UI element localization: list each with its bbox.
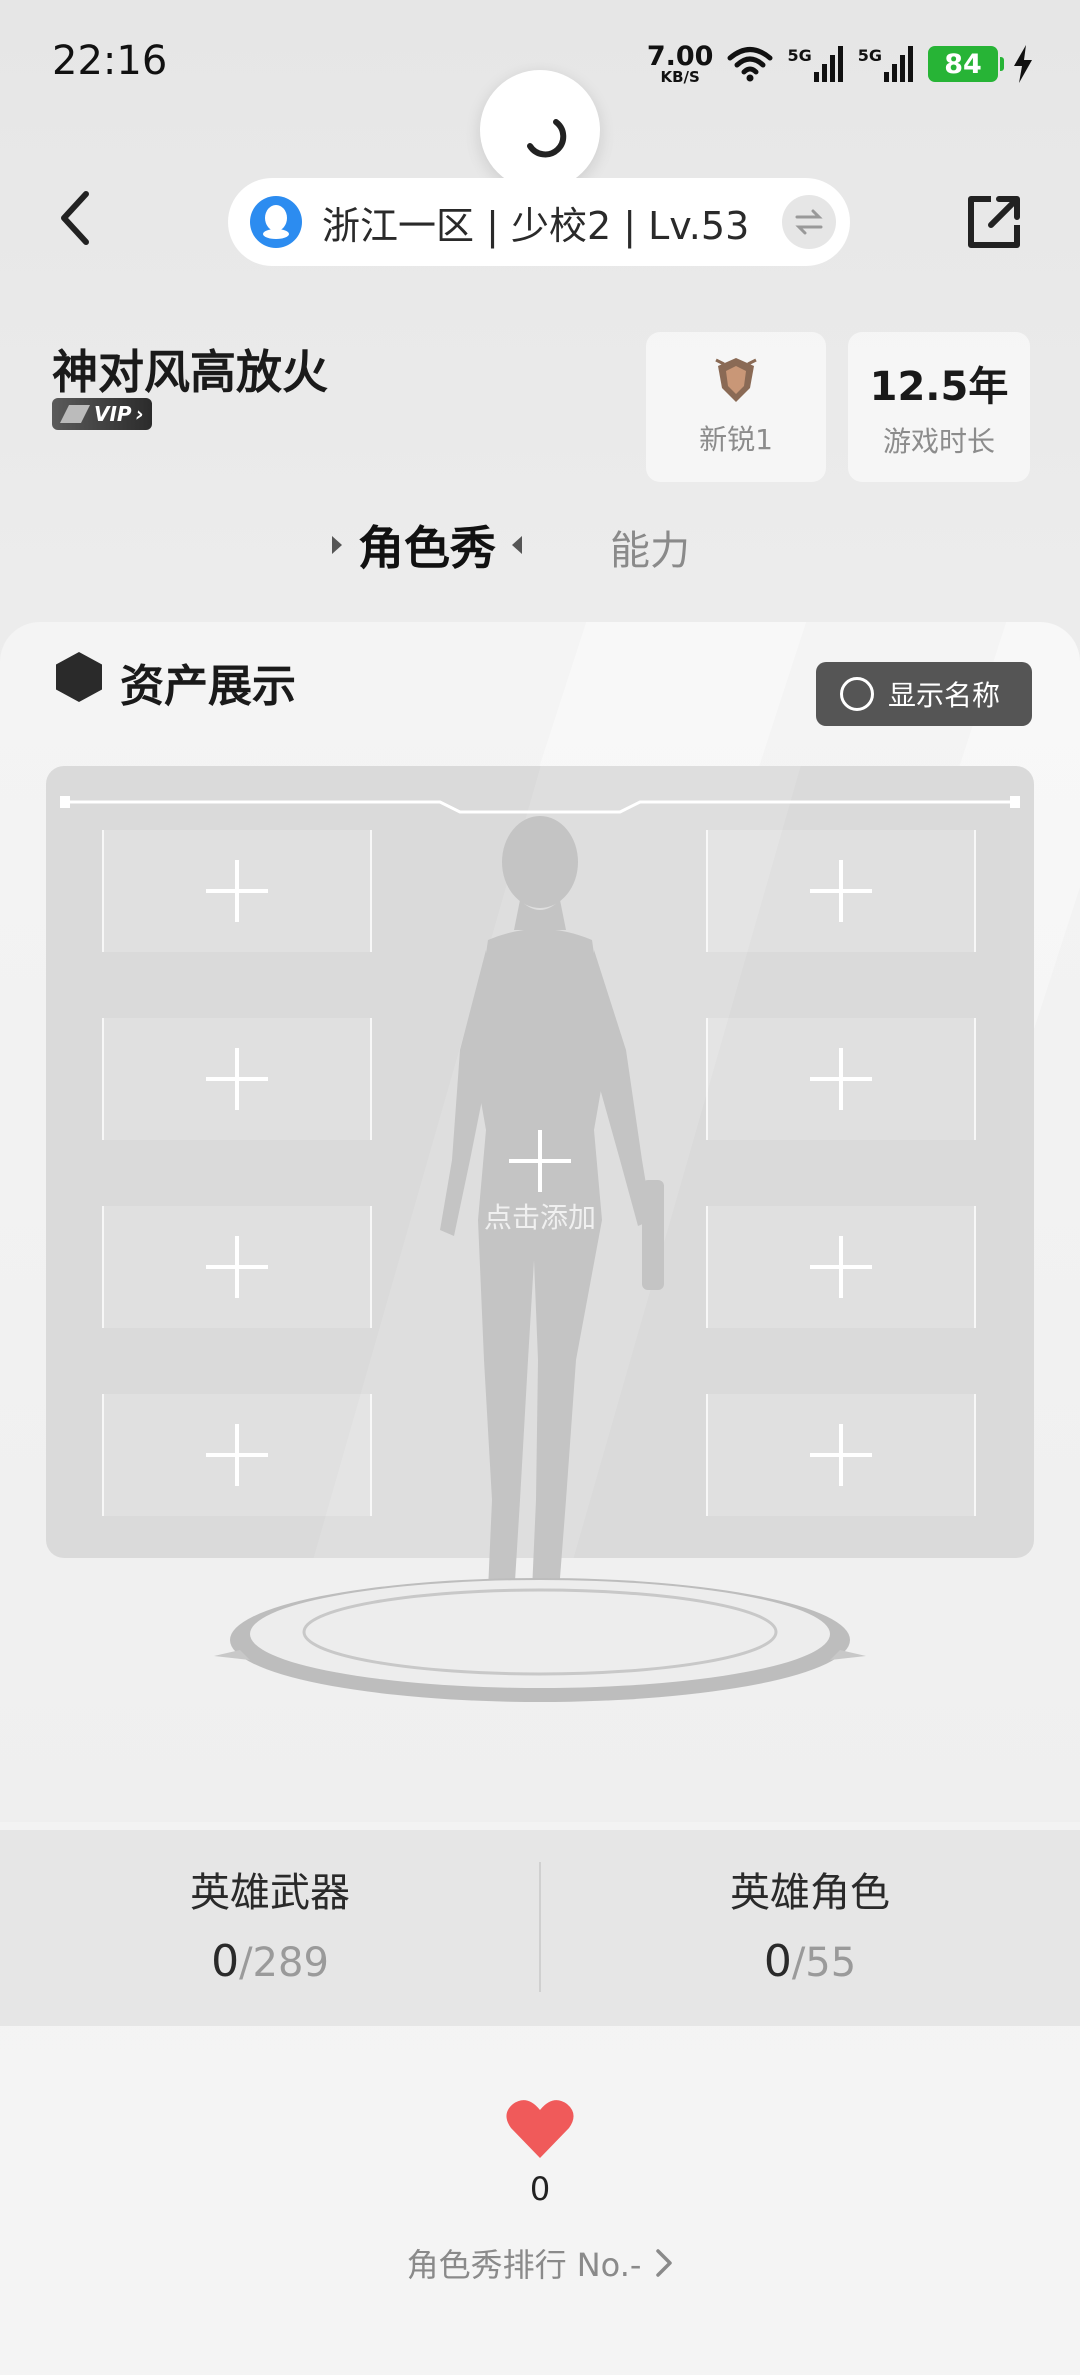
tab-marker-right-icon xyxy=(512,536,522,554)
cf-logo-icon xyxy=(60,405,90,423)
play-time-value: 12.5年 xyxy=(869,364,1009,410)
switch-icon[interactable] xyxy=(782,195,836,249)
asset-slot-left-4[interactable] xyxy=(102,1394,372,1516)
like-count: 0 xyxy=(529,2170,551,2208)
plus-icon xyxy=(810,1048,872,1110)
section-title: 资产展示 xyxy=(120,661,296,712)
rank-label: 新锐1 xyxy=(699,423,773,456)
plus-icon xyxy=(810,1236,872,1298)
tab-marker-left-icon xyxy=(332,536,342,554)
radio-icon xyxy=(840,677,874,711)
plus-icon xyxy=(206,860,268,922)
heart-icon[interactable] xyxy=(505,2098,575,2160)
net-speed: 7.00 KB/S xyxy=(646,41,714,86)
tab-ability[interactable]: 能力 xyxy=(610,518,690,576)
asset-slot-right-2[interactable] xyxy=(706,1018,976,1140)
rank-card[interactable]: 新锐1 xyxy=(646,332,826,482)
plus-icon xyxy=(206,1424,268,1486)
plus-icon xyxy=(509,1130,571,1192)
chevron-right-icon: › xyxy=(135,402,144,426)
display-platform xyxy=(214,1578,866,1702)
share-button[interactable] xyxy=(954,182,1034,262)
show-name-toggle[interactable]: 显示名称 xyxy=(816,662,1032,726)
loading-spinner xyxy=(480,70,600,190)
player-name: 神对风高放火 xyxy=(52,345,328,399)
status-time: 22:16 xyxy=(52,38,168,84)
plus-icon xyxy=(206,1048,268,1110)
asset-slot-left-1[interactable] xyxy=(102,830,372,952)
hero-roles-count[interactable]: 英雄角色 0/55 xyxy=(540,1830,1080,2026)
server-selector[interactable]: 浙江一区 | 少校2 | Lv.53 xyxy=(228,178,850,266)
character-silhouette xyxy=(440,816,664,1636)
qq-icon xyxy=(250,196,302,248)
asset-slot-left-2[interactable] xyxy=(102,1018,372,1140)
back-arrow-icon xyxy=(61,191,89,245)
hud-frame-line xyxy=(60,796,1020,814)
count-divider xyxy=(539,1862,541,1992)
rank-medal-icon xyxy=(715,358,757,402)
vip-badge[interactable]: VIP › xyxy=(52,398,152,430)
add-character-button[interactable]: 点击添加 xyxy=(440,1130,640,1236)
status-icons: 7.00 KB/S 5G 5G 84 xyxy=(647,36,1034,92)
ranking-link[interactable]: 角色秀排行 No.- xyxy=(0,2240,1080,2286)
chevron-right-icon xyxy=(656,2249,673,2277)
signal-1-icon: 5G xyxy=(787,46,843,82)
asset-slot-right-3[interactable] xyxy=(706,1206,976,1328)
signal-2-icon: 5G xyxy=(858,46,914,82)
play-time-label: 游戏时长 xyxy=(882,425,995,458)
plus-icon xyxy=(810,1424,872,1486)
server-label: 浙江一区 | 少校2 | Lv.53 xyxy=(322,203,750,248)
plus-icon xyxy=(206,1236,268,1298)
plus-icon xyxy=(810,860,872,922)
play-time-card: 12.5年 游戏时长 xyxy=(848,332,1030,482)
charging-icon xyxy=(1014,45,1032,83)
hero-weapons-count[interactable]: 英雄武器 0/289 xyxy=(0,1830,540,2026)
back-button[interactable] xyxy=(36,178,116,258)
spinner-icon xyxy=(527,119,567,158)
tab-role-show[interactable]: 角色秀 xyxy=(332,512,522,578)
share-icon xyxy=(968,196,1020,248)
asset-slot-right-4[interactable] xyxy=(706,1394,976,1516)
asset-slot-left-3[interactable] xyxy=(102,1206,372,1328)
asset-slot-right-1[interactable] xyxy=(706,830,976,952)
battery-indicator: 84 xyxy=(928,46,1004,82)
wifi-icon xyxy=(727,47,773,82)
